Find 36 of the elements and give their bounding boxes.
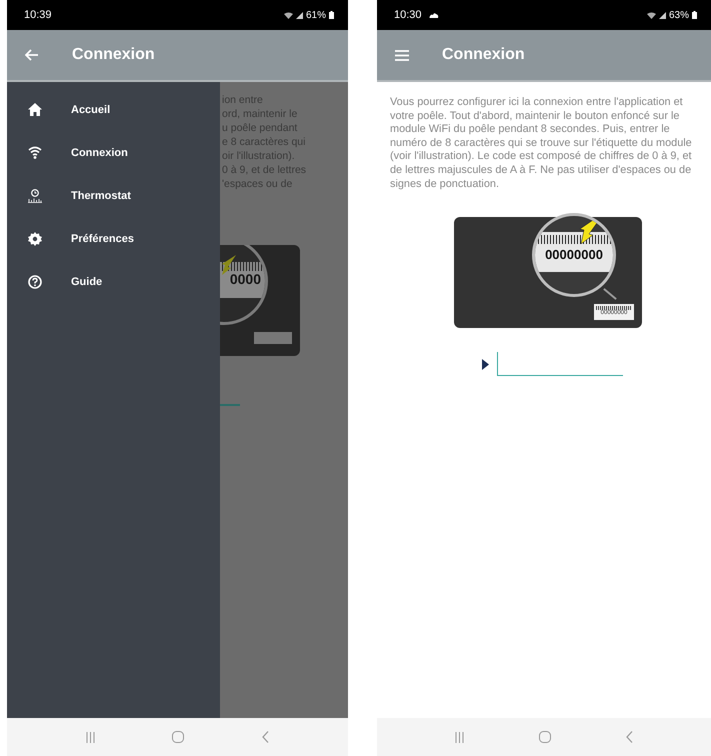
- recent-apps-icon[interactable]: [454, 732, 464, 742]
- battery-percent: 61%: [306, 10, 326, 20]
- instruction-text: Vous pourrez configurer ici la connexion entre l'application et votre poêle. Tout d'abord, maintenir le bouton enfoncé sur le module WiFi du poêle pendant 8 secondes. Puis, entrer le numéro de 8 caractères qui se trouve sur l'étiquette du module (voir l'illustration). Le code est composé de chiffres de 0 à 9, et de lettres majuscules de A à F. Ne pas utiliser d'espaces ou de signes de ponctuation.: [390, 96, 693, 192]
- signal-icon: [658, 12, 666, 18]
- back-icon[interactable]: [262, 731, 270, 743]
- input-underline: [220, 404, 240, 406]
- status-time: 10:39: [24, 9, 52, 21]
- caret-icon: [482, 358, 488, 370]
- battery-percent: 63%: [668, 10, 689, 20]
- wifi-icon: [646, 12, 656, 18]
- app-title: Connexion: [72, 46, 155, 64]
- battery-icon: [692, 11, 697, 19]
- home-button-icon[interactable]: [538, 731, 551, 743]
- wifi-icon: [284, 12, 293, 18]
- cloud-icon: [428, 12, 439, 18]
- home-icon: [28, 103, 42, 116]
- clock-chart-icon: [28, 188, 42, 202]
- drawer-item[interactable]: Préférences: [7, 217, 220, 260]
- settings-icon: [28, 232, 42, 246]
- drawer-item[interactable]: Thermostat: [7, 174, 220, 217]
- help-icon: [28, 274, 42, 288]
- code-input-field[interactable]: [496, 352, 622, 376]
- battery-icon: [329, 11, 334, 19]
- module-label-drawing: 0000: [220, 245, 300, 356]
- recent-apps-icon[interactable]: [86, 732, 95, 742]
- drawer-item[interactable]: Guide: [7, 260, 220, 303]
- status-time: 10:30: [394, 9, 422, 21]
- home-button-icon[interactable]: [172, 731, 184, 743]
- back-arrow-icon[interactable]: [25, 49, 39, 61]
- signal-icon: [296, 12, 303, 18]
- menu-icon[interactable]: [395, 50, 409, 60]
- wifi-icon: [28, 146, 42, 159]
- back-icon[interactable]: [626, 731, 634, 743]
- app-title: Connexion: [442, 46, 525, 64]
- drawer-item[interactable]: Connexion: [7, 131, 220, 174]
- drawer-item[interactable]: Accueil: [7, 88, 220, 131]
